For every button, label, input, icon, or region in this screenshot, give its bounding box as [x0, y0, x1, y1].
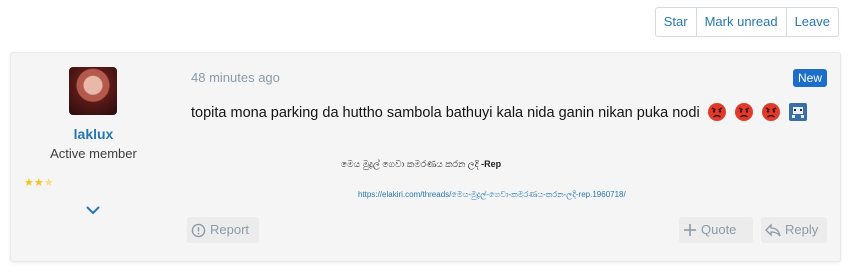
star-icon: ★ [33, 177, 44, 189]
quote-button[interactable]: Quote [679, 217, 753, 243]
star-icon: ★ [24, 177, 34, 189]
mark-unread-button[interactable]: Mark unread [695, 8, 786, 36]
chevron-down-icon[interactable] [85, 203, 101, 217]
rating-stars: ★★★ [24, 176, 54, 189]
game-invader-icon [788, 103, 807, 121]
avatar[interactable] [69, 67, 117, 115]
half-star-icon: ★ [43, 177, 54, 189]
signature-rep: -Rep [478, 159, 502, 169]
reply-button[interactable]: Reply [761, 217, 827, 243]
username[interactable]: laklux [11, 126, 176, 142]
user-title: Active member [50, 146, 137, 161]
star-button[interactable]: Star [656, 8, 696, 36]
report-label: Report [210, 222, 250, 237]
message-text: topita mona parking da huttho sambola ba… [191, 105, 700, 121]
user-info: laklux Active member ★★★ [11, 53, 176, 261]
signature-title-text: මෙය මුද්‍රල් ගෙවා කමරණය කරන ලදි [341, 159, 479, 169]
angry-face-icon [707, 103, 726, 121]
thread-actions: Star Mark unread Leave [654, 7, 839, 37]
reply-icon [765, 223, 781, 237]
post-message: topita mona parking da huttho sambola ba… [191, 102, 808, 122]
report-icon [191, 223, 206, 237]
reply-label: Reply [785, 222, 819, 237]
angry-face-icon [734, 103, 753, 121]
leave-button[interactable]: Leave [785, 8, 838, 36]
post-card: laklux Active member ★★★ 48 minutes ago … [10, 52, 841, 262]
new-badge: New [792, 69, 827, 87]
angry-face-icon [761, 103, 780, 121]
quote-label: Quote [701, 222, 737, 237]
signature-title: මෙය මුද්‍රල් ගෙවා කමරණය කරන ලදි -Rep [341, 159, 501, 170]
plus-icon [684, 224, 696, 236]
report-button[interactable]: Report [187, 217, 259, 243]
signature-link[interactable]: https://elakiri.com/threads/මෙය-මුද්‍රල්… [358, 190, 626, 200]
post-time[interactable]: 48 minutes ago [191, 70, 280, 85]
